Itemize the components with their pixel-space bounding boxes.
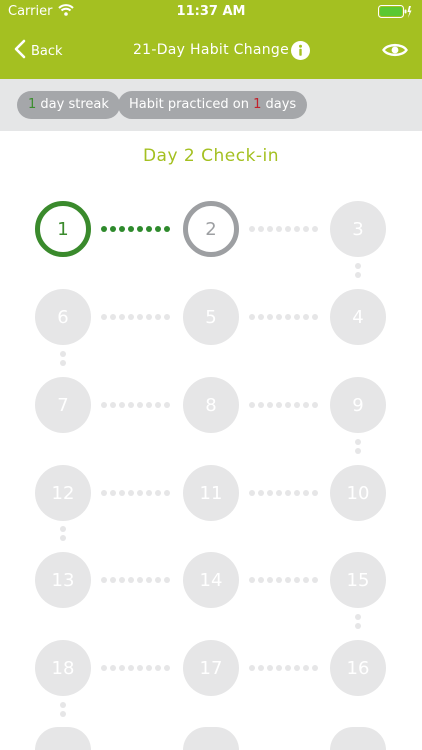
connector-17-16	[249, 665, 318, 671]
day-6-circle: 6	[35, 289, 91, 345]
connector-6-5	[101, 314, 170, 320]
connector-11-10	[249, 490, 318, 496]
connector-12-11	[101, 490, 170, 496]
connector-12-13	[60, 526, 66, 541]
day-3-circle: 3	[330, 201, 386, 257]
day-17-circle: 17	[183, 640, 239, 696]
connector-7-8	[101, 402, 170, 408]
day-18-circle: 18	[35, 640, 91, 696]
day-15-circle: 15	[330, 552, 386, 608]
day-path: 1 2 3 6 5 4 7 8 9 12 11 10 13 14 15 18 1…	[0, 0, 422, 750]
day-20-circle	[183, 727, 239, 750]
day-8-circle: 8	[183, 377, 239, 433]
connector-9-10	[355, 439, 361, 454]
day-13-circle: 13	[35, 552, 91, 608]
day-14-circle: 14	[183, 552, 239, 608]
day-11-circle: 11	[183, 465, 239, 521]
day-21-circle	[330, 727, 386, 750]
connector-2-3	[249, 226, 318, 232]
connector-13-14	[101, 577, 170, 583]
connector-14-15	[249, 577, 318, 583]
connector-3-4	[355, 263, 361, 278]
day-7-circle: 7	[35, 377, 91, 433]
day-5-circle: 5	[183, 289, 239, 345]
connector-6-7	[60, 351, 66, 366]
day-12-circle: 12	[35, 465, 91, 521]
connector-18-19	[60, 702, 66, 717]
connector-15-16	[355, 614, 361, 629]
day-9-circle: 9	[330, 377, 386, 433]
day-1-circle[interactable]: 1	[35, 201, 91, 257]
connector-1-2	[101, 226, 170, 232]
day-10-circle: 10	[330, 465, 386, 521]
connector-5-4	[249, 314, 318, 320]
connector-8-9	[249, 402, 318, 408]
day-19-circle	[35, 727, 91, 750]
day-4-circle: 4	[330, 289, 386, 345]
day-16-circle: 16	[330, 640, 386, 696]
connector-18-17	[101, 665, 170, 671]
day-2-circle[interactable]: 2	[183, 201, 239, 257]
